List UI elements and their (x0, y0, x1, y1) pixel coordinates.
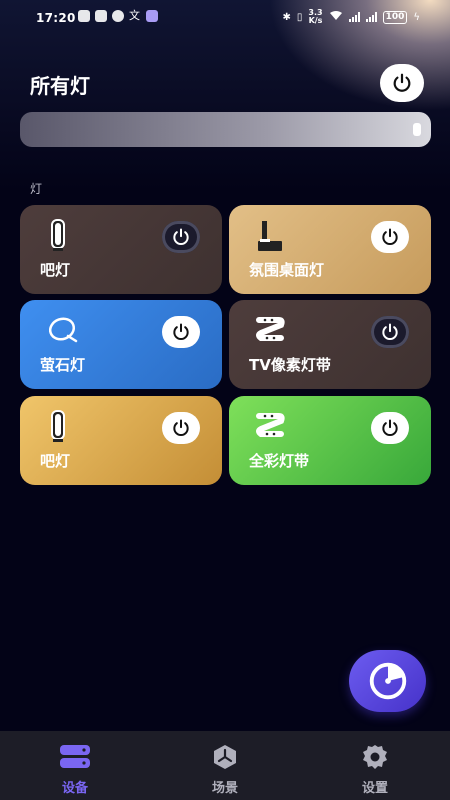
status-bar: 17:20 文 ✱ ▯ 3.3 K/s 100 ϟ (0, 0, 450, 36)
brightness-slider-handle[interactable] (413, 123, 421, 136)
settings-gear-icon (359, 743, 391, 771)
light-name: 全彩灯带 (249, 452, 310, 470)
light-power-button[interactable] (371, 412, 409, 444)
power-icon (173, 228, 189, 246)
translate-icon: 文 (129, 9, 140, 22)
net-speed-unit: K/s (308, 16, 323, 25)
power-icon (382, 228, 398, 246)
light-power-button[interactable] (371, 221, 409, 253)
nfc-icon (78, 10, 90, 22)
timer-icon (369, 662, 406, 700)
app-notification-icon (95, 10, 107, 22)
power-icon (382, 419, 398, 437)
power-icon (173, 419, 189, 437)
light-name: 吧灯 (40, 452, 71, 470)
bar-lamp-icon (46, 410, 72, 444)
light-card[interactable]: 吧灯 (20, 205, 222, 294)
power-icon (382, 323, 398, 341)
battery-indicator: 100 (382, 10, 408, 24)
vibrate-icon: ▯ (296, 11, 303, 23)
section-label: 灯 (30, 182, 43, 196)
light-strip-icon (255, 314, 285, 348)
tab-scenes-label: 场景 (211, 781, 238, 796)
network-speed: 3.3 K/s (308, 9, 322, 25)
light-name: 吧灯 (40, 261, 71, 279)
tab-scenes[interactable]: 场景 (150, 731, 300, 800)
wifi-icon (329, 10, 343, 24)
all-lights-power-button[interactable] (380, 64, 424, 102)
tab-devices[interactable]: 设备 (0, 731, 150, 800)
brightness-slider[interactable] (20, 112, 431, 147)
app-badge-icon (146, 10, 158, 22)
signal-icon (348, 12, 360, 22)
bluetooth-icon: ✱ (282, 11, 291, 23)
system-indicators: ✱ ▯ 3.3 K/s 100 ϟ (283, 9, 420, 25)
light-card[interactable]: TV像素灯带 (229, 300, 431, 389)
bar-lamp-icon (46, 219, 72, 253)
light-power-button[interactable] (371, 316, 409, 348)
ezviz-lamp-icon (46, 314, 78, 348)
tab-devices-label: 设备 (61, 781, 88, 796)
notification-icons: 文 (78, 10, 158, 22)
tab-settings[interactable]: 设置 (300, 731, 450, 800)
timer-fab-button[interactable] (349, 650, 426, 712)
light-power-button[interactable] (162, 221, 200, 253)
power-icon (173, 323, 189, 341)
light-card[interactable]: 全彩灯带 (229, 396, 431, 485)
light-name: 氛围桌面灯 (249, 261, 325, 279)
status-time: 17:20 (36, 11, 76, 25)
devices-icon (59, 743, 91, 771)
desk-lamp-icon (255, 219, 282, 253)
bottom-tab-bar: 设备 场景 设置 (0, 731, 450, 800)
light-power-button[interactable] (162, 412, 200, 444)
light-power-button[interactable] (162, 316, 200, 348)
scenes-icon (209, 743, 241, 771)
light-name: 萤石灯 (40, 356, 86, 374)
page-title: 所有灯 (30, 74, 90, 98)
power-icon (393, 73, 411, 92)
light-name: TV像素灯带 (249, 356, 331, 374)
light-card[interactable]: 氛围桌面灯 (229, 205, 431, 294)
signal-2-icon (365, 12, 377, 22)
light-strip-icon (255, 410, 285, 444)
message-icon (112, 10, 124, 22)
tab-settings-label: 设置 (361, 781, 388, 796)
light-card[interactable]: 吧灯 (20, 396, 222, 485)
charging-icon: ϟ (413, 11, 420, 23)
light-card[interactable]: 萤石灯 (20, 300, 222, 389)
